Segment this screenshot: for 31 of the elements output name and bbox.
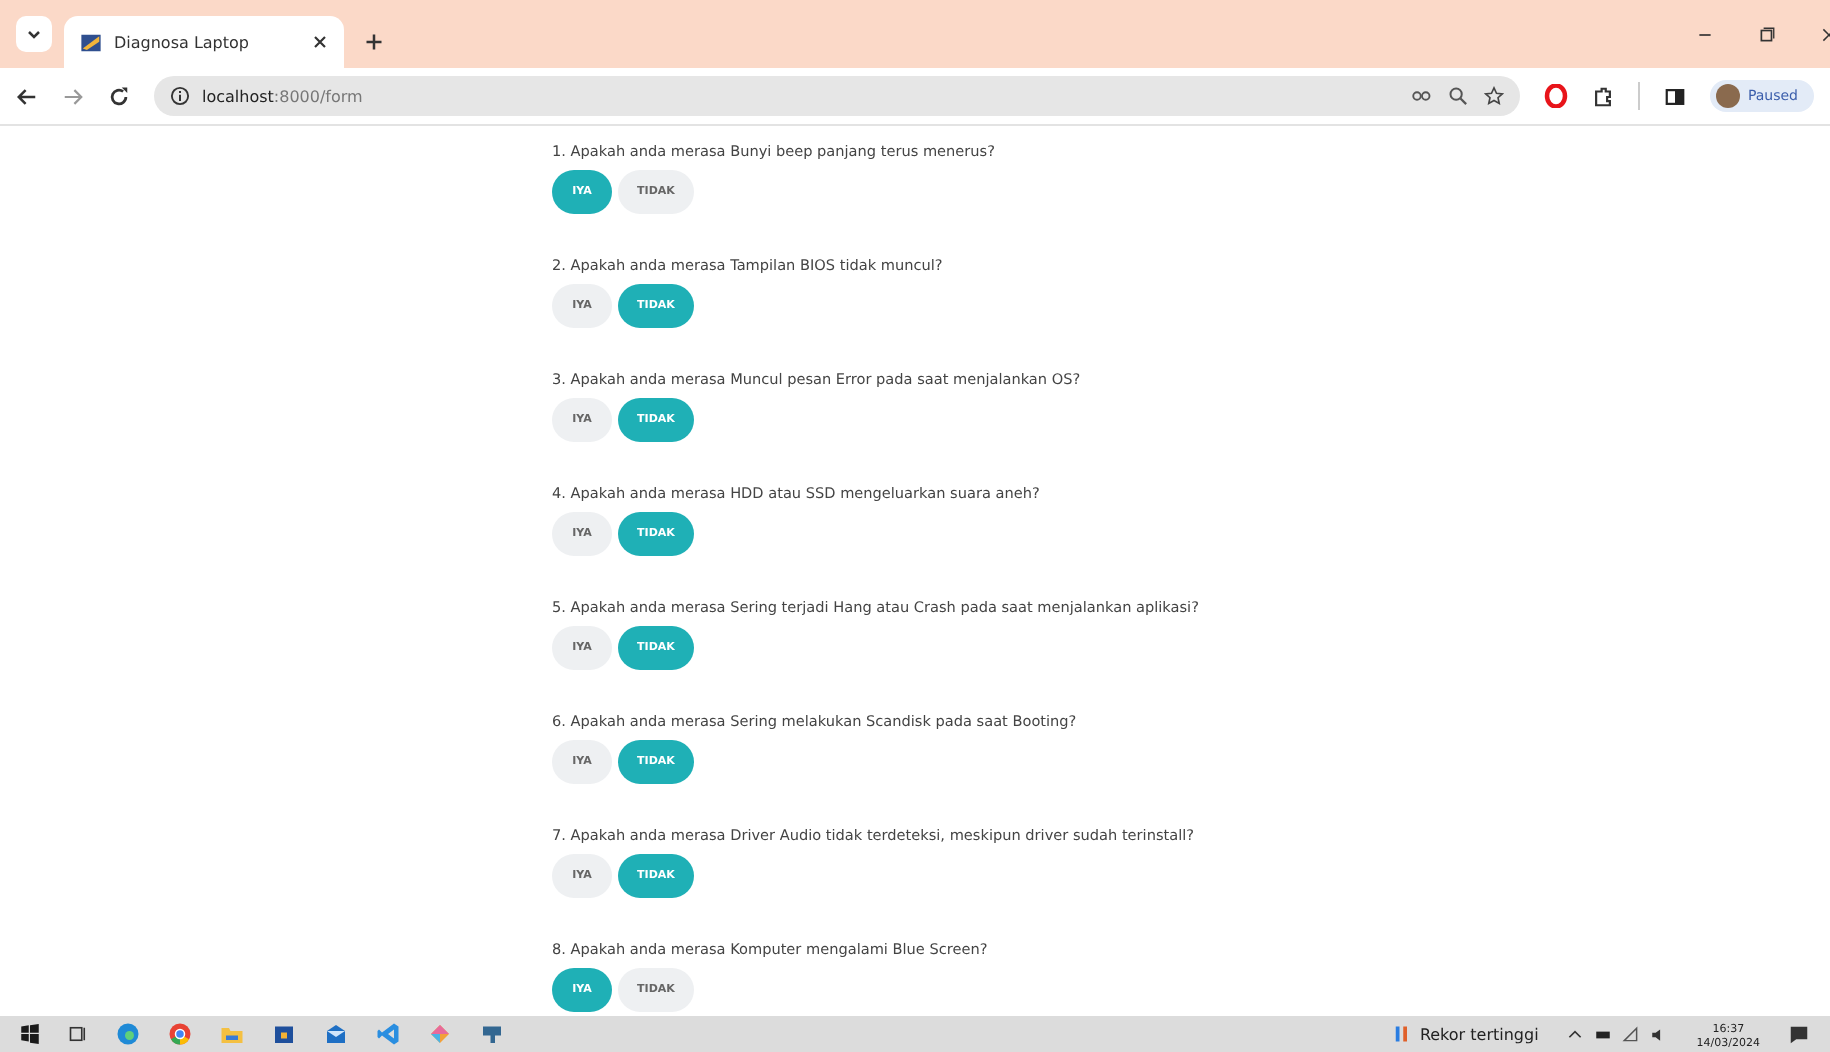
edge-icon[interactable] — [116, 1022, 140, 1046]
star-icon[interactable] — [1483, 86, 1504, 106]
task-view-icon[interactable] — [68, 1024, 88, 1044]
notification-icon[interactable] — [1788, 1023, 1810, 1045]
url-text: localhost:8000/form — [202, 87, 365, 105]
close-icon[interactable] — [312, 34, 328, 50]
weather-widget[interactable]: Rekor tertinggi — [1391, 1024, 1539, 1044]
restore-icon[interactable] — [1758, 25, 1776, 43]
store-icon[interactable] — [272, 1022, 296, 1046]
mail-icon[interactable] — [324, 1022, 348, 1046]
side-panel-icon[interactable] — [1663, 85, 1686, 107]
reload-icon[interactable] — [108, 85, 130, 107]
new-tab-icon[interactable] — [364, 32, 384, 52]
opera-icon[interactable] — [1543, 84, 1568, 108]
forward-icon[interactable] — [62, 85, 84, 107]
browser-tab[interactable]: Diagnosa Laptop — [64, 16, 344, 68]
zoom-icon[interactable] — [1447, 86, 1468, 106]
site-logo-icon — [80, 31, 102, 53]
weather-text: Rekor tertinggi — [1419, 1025, 1539, 1043]
chevron-up-icon[interactable] — [1566, 1025, 1585, 1043]
chevron-down-icon — [26, 26, 42, 42]
chrome-icon[interactable] — [168, 1022, 192, 1046]
code-editor-icon[interactable] — [376, 1022, 400, 1046]
start-icon[interactable] — [20, 1024, 40, 1044]
info-icon — [170, 86, 190, 106]
address-bar[interactable]: localhost:8000/form — [154, 76, 1520, 116]
tab-title: Diagnosa Laptop — [114, 33, 251, 51]
folder-icon[interactable] — [220, 1022, 244, 1046]
extensions-icon[interactable] — [1591, 85, 1614, 107]
tab-search-button[interactable] — [16, 16, 52, 52]
back-icon[interactable] — [16, 85, 38, 107]
